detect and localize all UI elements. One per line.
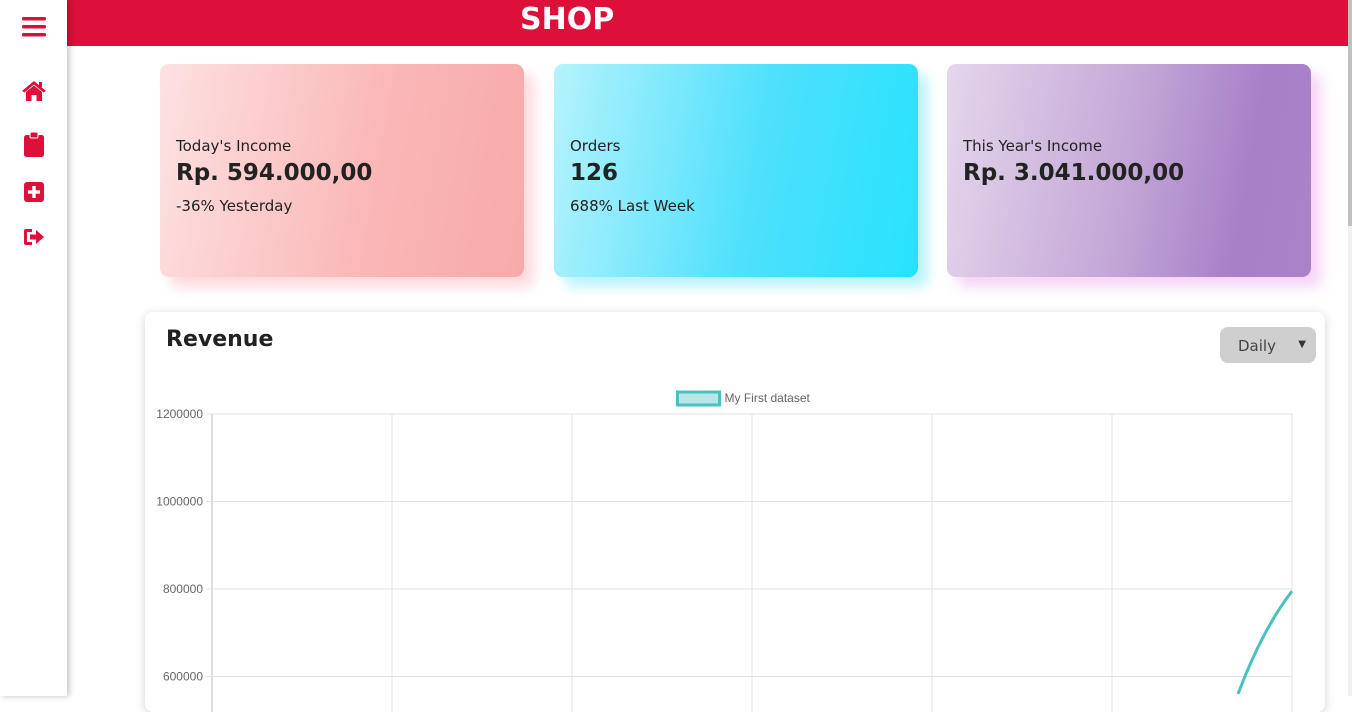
legend-label: My First dataset (725, 391, 811, 405)
card-value: Rp. 3.041.000,00 (963, 160, 1184, 186)
sidebar (0, 0, 67, 696)
revenue-chart: 1200000 1000000 800000 600000 My First datas… (145, 312, 1325, 712)
card-subtext: -36% Yesterday (176, 197, 292, 215)
orders-card: Orders 126 688% Last Week (554, 64, 918, 277)
plus-square-icon[interactable] (0, 181, 67, 203)
yearly-income-card: This Year's Income Rp. 3.041.000,00 (947, 64, 1311, 277)
app-title: SHOP (520, 2, 614, 37)
card-value: 126 (570, 160, 618, 186)
card-label: Orders (570, 137, 620, 155)
clipboard-icon[interactable] (0, 131, 67, 157)
y-tick-label: 1200000 (156, 407, 203, 421)
y-tick-label: 800000 (163, 582, 203, 596)
home-icon[interactable] (0, 79, 67, 103)
scrollbar-thumb[interactable] (1348, 0, 1352, 226)
card-label: Today's Income (176, 137, 291, 155)
legend-swatch (678, 392, 720, 405)
card-value: Rp. 594.000,00 (176, 160, 372, 186)
card-label: This Year's Income (963, 137, 1102, 155)
hamburger-menu-icon[interactable] (0, 14, 67, 40)
y-tick-label: 600000 (163, 670, 203, 684)
scrollbar-track[interactable] (1348, 0, 1352, 696)
top-bar: SHOP (67, 0, 1348, 46)
card-subtext: 688% Last Week (570, 197, 695, 215)
todays-income-card: Today's Income Rp. 594.000,00 -36% Yeste… (160, 64, 524, 277)
series-line-my-first-dataset (1238, 591, 1292, 694)
revenue-panel: Revenue Daily ▼ 120000010000008000006000… (145, 312, 1325, 712)
sign-out-icon[interactable] (0, 227, 67, 247)
y-tick-label: 1000000 (156, 495, 203, 509)
